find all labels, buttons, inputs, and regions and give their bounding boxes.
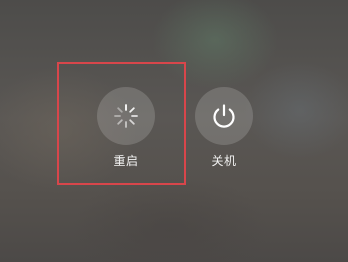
power-off-button[interactable]: 关机 (192, 87, 256, 168)
reboot-label: 重启 (113, 154, 139, 168)
power-icon (213, 104, 235, 128)
reboot-button[interactable]: 重启 (94, 87, 158, 168)
blurred-background (0, 0, 348, 262)
reboot-spinner-icon (114, 104, 138, 128)
power-off-label: 关机 (211, 154, 237, 168)
reboot-circle[interactable] (97, 87, 155, 145)
power-off-circle[interactable] (195, 87, 253, 145)
